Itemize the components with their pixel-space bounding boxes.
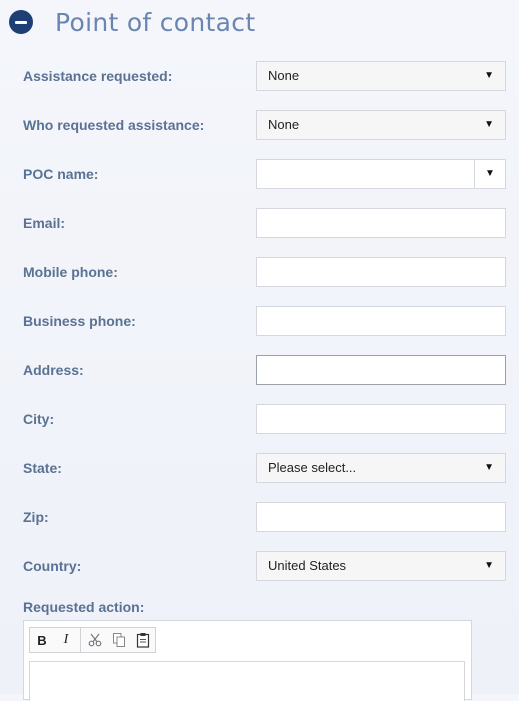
country-label: Country: [23,558,82,574]
email-row: Email: [0,208,519,238]
assistance-requested-value: None [268,68,300,83]
poc-name-row: POC name: ▼ [0,159,519,189]
mobile-phone-label: Mobile phone: [23,264,118,280]
who-requested-row: Who requested assistance: None ▼ [0,110,519,140]
requested-action-editor: B I [23,620,472,701]
business-phone-label: Business phone: [23,313,136,329]
state-row: State: Please select... ▼ [0,453,519,483]
minus-circle-icon[interactable] [9,10,33,34]
dropdown-arrow-icon[interactable]: ▼ [474,160,505,188]
cut-icon[interactable] [83,628,107,652]
email-label: Email: [23,215,66,231]
state-label: State: [23,460,62,476]
city-row: City: [0,404,519,434]
section-header: Point of contact [9,6,255,38]
dropdown-arrow-icon: ▼ [484,119,494,130]
state-select[interactable]: Please select... ▼ [256,453,506,483]
dropdown-arrow-icon: ▼ [484,560,494,571]
italic-icon[interactable]: I [54,628,78,652]
state-value: Please select... [268,460,357,475]
requested-action-textarea[interactable] [29,661,465,701]
who-requested-select[interactable]: None ▼ [256,110,506,140]
zip-field[interactable] [256,502,506,532]
business-phone-row: Business phone: [0,306,519,336]
address-field[interactable] [256,355,506,385]
toolbar-divider [80,628,81,652]
dropdown-arrow-icon: ▼ [484,70,494,81]
assistance-requested-label: Assistance requested: [23,68,173,84]
email-field[interactable] [256,208,506,238]
mobile-phone-row: Mobile phone: [0,257,519,287]
country-row: Country: United States ▼ [0,551,519,581]
business-phone-field[interactable] [256,306,506,336]
zip-row: Zip: [0,502,519,532]
address-row: Address: [0,355,519,385]
who-requested-label: Who requested assistance: [23,117,205,133]
requested-action-label: Requested action: [23,599,145,615]
poc-name-combobox[interactable]: ▼ [256,159,506,189]
assistance-requested-row: Assistance requested: None ▼ [0,61,519,91]
assistance-requested-select[interactable]: None ▼ [256,61,506,91]
copy-icon[interactable] [107,628,131,652]
address-label: Address: [23,362,84,378]
zip-label: Zip: [23,509,49,525]
editor-toolbar: B I [29,627,156,653]
city-label: City: [23,411,55,427]
country-value: United States [268,558,347,573]
who-requested-value: None [268,117,300,132]
section-title: Point of contact [55,7,256,37]
bold-icon[interactable]: B [30,628,54,652]
dropdown-arrow-icon: ▼ [484,462,494,473]
country-select[interactable]: United States ▼ [256,551,506,581]
paste-icon[interactable] [131,628,155,652]
city-field[interactable] [256,404,506,434]
mobile-phone-field[interactable] [256,257,506,287]
poc-name-label: POC name: [23,166,99,182]
